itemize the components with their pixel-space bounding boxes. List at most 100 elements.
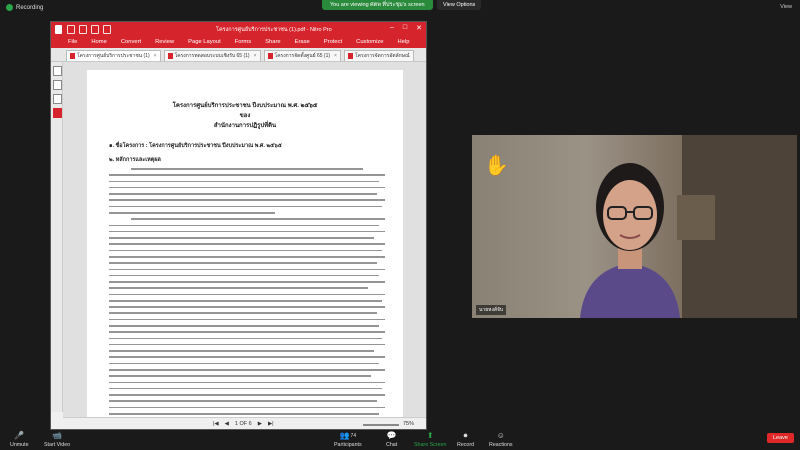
print-icon[interactable]	[79, 25, 87, 34]
window-title: โครงการศูนย์บริการประชาชน (1).pdf - Nitr…	[216, 27, 332, 33]
body-text-line	[109, 199, 385, 201]
doc-tab-label: โครงการศูนย์บริการประชาชน (1)	[77, 53, 150, 59]
participants-button[interactable]: 👥 74 Participants	[334, 430, 362, 448]
zoom-top-bar: Recording You are viewing ศตพ ที่ประชุม'…	[0, 0, 800, 16]
menu-forms[interactable]: Forms	[228, 37, 258, 48]
body-text-line	[109, 174, 385, 176]
body-text-line	[109, 274, 380, 277]
attachments-panel-icon[interactable]	[53, 108, 62, 118]
menu-review[interactable]: Review	[148, 37, 181, 48]
close-tab-icon[interactable]: ×	[154, 53, 157, 59]
body-text-line	[109, 394, 385, 396]
close-tab-icon[interactable]: ×	[334, 53, 337, 59]
participants-label: Participants	[334, 442, 362, 448]
reactions-icon: ☺	[496, 431, 505, 440]
bookmarks-panel-icon[interactable]	[53, 80, 62, 90]
unmute-button[interactable]: 🎤 Unmute	[10, 430, 29, 448]
reactions-button[interactable]: ☺ Reactions	[489, 430, 513, 448]
maximize-icon[interactable]: □	[403, 24, 407, 32]
body-text-line	[109, 375, 372, 377]
participants-count: 74	[350, 432, 357, 439]
save-icon[interactable]	[67, 25, 75, 34]
recording-indicator[interactable]: Recording	[6, 4, 43, 11]
menu-convert[interactable]: Convert	[114, 37, 148, 48]
participants-icon: 👥 74	[339, 431, 357, 440]
menu-page-layout[interactable]: Page Layout	[181, 37, 228, 48]
body-text-line	[109, 186, 385, 189]
page-indicator[interactable]: 1 OF 6	[235, 421, 252, 427]
view-options-button[interactable]: View Options	[437, 0, 482, 10]
doc-tab-4[interactable]: โครงการจัดการอัตลักษณ์	[343, 50, 414, 61]
menu-file[interactable]: File	[61, 37, 84, 48]
body-text-line	[109, 331, 385, 333]
raised-hand-icon: ✋	[484, 155, 509, 177]
body-text-line	[109, 268, 385, 271]
prev-page-icon[interactable]: ◀	[225, 421, 229, 427]
body-text-line	[109, 312, 377, 315]
nitro-logo-icon	[55, 25, 62, 34]
chat-button[interactable]: 💬 Chat	[386, 430, 397, 448]
reactions-label: Reactions	[489, 442, 513, 448]
body-text-line	[109, 237, 374, 239]
body-text-line	[109, 224, 380, 227]
ribbon-menu: File Home Convert Review Page Layout For…	[51, 37, 426, 48]
document-viewer[interactable]: โครงการศูนย์บริการประชาชน ปีงบประมาณ พ.ศ…	[63, 62, 426, 429]
pages-panel-icon[interactable]	[53, 66, 62, 76]
body-text-line	[109, 255, 385, 258]
doc-tab-3[interactable]: โครงการจัดตั้งศูนย์ 65 (1) ×	[263, 50, 341, 61]
menu-erase[interactable]: Erase	[288, 37, 317, 48]
unmute-label: Unmute	[10, 442, 29, 448]
zoom-slider[interactable]	[363, 424, 399, 426]
shared-screen-nitro-window: โครงการศูนย์บริการประชาชน (1).pdf - Nitr…	[50, 21, 427, 430]
body-text-line	[109, 287, 369, 289]
menu-share[interactable]: Share	[258, 37, 287, 48]
body-text-line	[131, 218, 385, 220]
last-page-icon[interactable]: ▶|	[268, 421, 274, 427]
doc-tab-label: โครงการจัดตั้งศูนย์ 65 (1)	[274, 53, 331, 59]
menu-help[interactable]: Help	[391, 37, 417, 48]
body-text-line	[109, 306, 385, 308]
menu-home[interactable]: Home	[84, 37, 113, 48]
window-controls: – □ ✕	[390, 24, 422, 32]
body-text-line	[109, 180, 380, 183]
participant-video-tile[interactable]: ✋ นายหงส์จับ	[472, 135, 797, 318]
microphone-muted-icon: 🎤	[14, 431, 25, 440]
start-video-button[interactable]: 📹 Start Video	[44, 430, 70, 448]
doc-title-line2: ของ	[239, 113, 251, 119]
body-text-line	[109, 400, 377, 402]
video-off-icon: 📹	[52, 431, 63, 440]
body-text-line	[109, 325, 380, 327]
pdf-icon	[267, 53, 273, 59]
redo-icon[interactable]	[103, 25, 111, 34]
next-page-icon[interactable]: ▶	[258, 421, 262, 427]
body-text-line	[109, 387, 383, 390]
body-text-line	[109, 211, 275, 214]
doc-tab-2[interactable]: โครงการทดสอบระบบเชิงรับ 65 (1) ×	[163, 50, 261, 61]
recording-label: Recording	[16, 4, 44, 11]
record-label: Record	[457, 442, 475, 448]
record-button[interactable]: ⏺ Record	[457, 430, 475, 449]
body-text-line	[109, 362, 380, 365]
status-bar: |◀ ◀ 1 OF 6 ▶ ▶| 75%	[63, 417, 426, 429]
section-1-heading: ๑. ชื่อโครงการ : โครงการศูนย์บริการประชา…	[109, 143, 282, 149]
page-navigation: |◀ ◀ 1 OF 6 ▶ ▶|	[213, 421, 274, 427]
document-tabs: โครงการศูนย์บริการประชาชน (1) × โครงการท…	[51, 48, 426, 62]
doc-tab-1[interactable]: โครงการศูนย์บริการประชาชน (1) ×	[66, 50, 161, 61]
zoom-level[interactable]: 75%	[403, 421, 414, 427]
body-text-line	[131, 168, 363, 170]
close-tab-icon[interactable]: ×	[254, 53, 257, 59]
comments-panel-icon[interactable]	[53, 94, 62, 104]
leave-button[interactable]: Leave	[767, 433, 794, 443]
body-text-line	[109, 406, 385, 409]
undo-icon[interactable]	[91, 25, 99, 34]
body-text-line	[109, 343, 385, 346]
close-icon[interactable]: ✕	[416, 24, 422, 32]
menu-protect[interactable]: Protect	[317, 37, 349, 48]
menu-customize[interactable]: Customize	[349, 37, 390, 48]
first-page-icon[interactable]: |◀	[213, 421, 219, 427]
body-text-line	[109, 281, 385, 283]
record-icon: ⏺	[463, 430, 468, 440]
share-screen-button[interactable]: ⬆ Share Screen	[414, 430, 446, 448]
view-button[interactable]: View	[780, 4, 792, 10]
minimize-icon[interactable]: –	[390, 24, 394, 32]
